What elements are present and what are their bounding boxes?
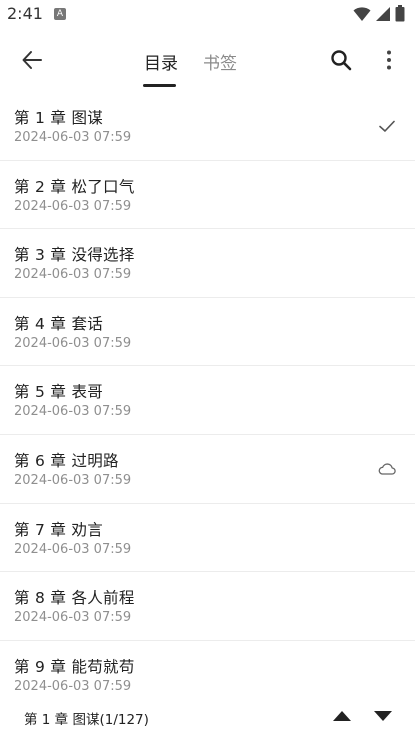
- search-icon: [331, 50, 352, 71]
- chapter-row[interactable]: 第 5 章 表哥 2024-06-03 07:59: [0, 366, 415, 435]
- chapter-date: 2024-06-03 07:59: [14, 267, 132, 283]
- check-icon: [379, 120, 395, 132]
- chapter-title: 第 7 章 劝言: [14, 520, 104, 539]
- wifi-icon: [353, 6, 371, 21]
- triangle-down-icon: [374, 711, 392, 721]
- cloud-icon: [378, 463, 396, 475]
- scroll-down-button[interactable]: [369, 703, 397, 729]
- chapter-row[interactable]: 第 6 章 过明路 2024-06-03 07:59: [0, 435, 415, 504]
- top-app-bar: 目录 书签: [0, 30, 415, 90]
- chapter-title: 第 5 章 表哥: [14, 383, 104, 402]
- chapter-date: 2024-06-03 07:59: [14, 610, 132, 626]
- triangle-up-icon: [333, 711, 351, 721]
- back-button[interactable]: [14, 42, 50, 78]
- tab-table-of-contents[interactable]: 目录: [144, 49, 178, 74]
- chapter-row[interactable]: 第 8 章 各人前程 2024-06-03 07:59: [0, 572, 415, 641]
- chapter-title: 第 1 章 图谋: [14, 109, 104, 127]
- status-icons: [353, 5, 405, 22]
- chapter-row[interactable]: 第 2 章 松了口气 2024-06-03 07:59: [0, 161, 415, 230]
- chapter-title: 第 8 章 各人前程: [14, 589, 135, 608]
- scroll-up-button[interactable]: [328, 703, 356, 729]
- chapter-title: 第 3 章 没得选择: [14, 246, 135, 265]
- chapter-title: 第 4 章 套话: [14, 314, 104, 333]
- chapter-date: 2024-06-03 07:59: [14, 335, 132, 351]
- tab-bookmarks[interactable]: 书签: [203, 49, 237, 74]
- more-options-button[interactable]: [374, 42, 404, 78]
- chapter-date: 2024-06-03 07:59: [14, 678, 132, 694]
- chapter-row[interactable]: 第 9 章 能苟就苟 2024-06-03 07:59: [0, 641, 415, 695]
- current-chapter-label[interactable]: 第 1 章 图谋(1/127): [24, 708, 149, 728]
- bottom-bar: 第 1 章 图谋(1/127): [0, 695, 415, 737]
- chapter-row[interactable]: 第 3 章 没得选择 2024-06-03 07:59: [0, 229, 415, 298]
- arrow-left-icon: [22, 51, 42, 69]
- status-time: 2:41: [7, 4, 43, 23]
- chapter-row[interactable]: 第 7 章 劝言 2024-06-03 07:59: [0, 504, 415, 573]
- chapter-title: 第 2 章 松了口气: [14, 177, 135, 196]
- signal-icon: [376, 6, 390, 21]
- chapter-date: 2024-06-03 07:59: [14, 130, 132, 145]
- chapter-date: 2024-06-03 07:59: [14, 472, 132, 488]
- search-button[interactable]: [324, 42, 358, 78]
- chapter-row[interactable]: 第 4 章 套话 2024-06-03 07:59: [0, 298, 415, 367]
- chapter-date: 2024-06-03 07:59: [14, 541, 132, 557]
- tab-indicator: [143, 84, 176, 87]
- status-bar: 2:41 A: [0, 0, 415, 30]
- more-vertical-icon: [387, 50, 391, 70]
- notification-icon: A: [54, 8, 66, 20]
- chapter-title: 第 9 章 能苟就苟: [14, 657, 135, 676]
- chapter-date: 2024-06-03 07:59: [14, 404, 132, 420]
- chapter-date: 2024-06-03 07:59: [14, 198, 132, 214]
- battery-icon: [395, 5, 405, 22]
- chapter-list[interactable]: 第 1 章 图谋 2024-06-03 07:59 第 2 章 松了口气 202…: [0, 92, 415, 695]
- chapter-row[interactable]: 第 1 章 图谋 2024-06-03 07:59: [0, 92, 415, 161]
- chapter-title: 第 6 章 过明路: [14, 451, 119, 470]
